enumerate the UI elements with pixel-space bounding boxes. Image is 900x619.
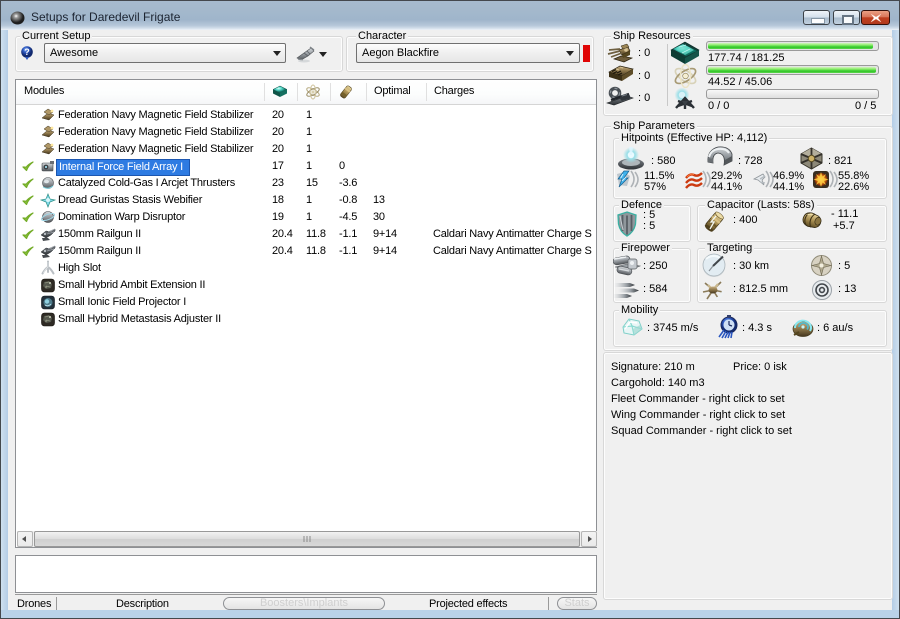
svg-text:?: ? [24,47,30,57]
